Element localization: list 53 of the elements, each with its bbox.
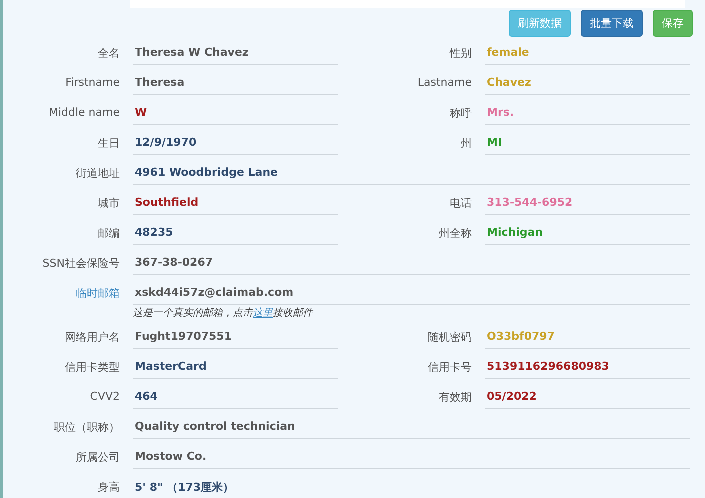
field-value: Mostow Co. — [133, 444, 690, 469]
field-label: 街道地址 — [75, 166, 121, 182]
field-value: Michigan — [485, 220, 690, 245]
field-label: 职位（职称） — [53, 420, 121, 436]
field-value: 464 — [133, 384, 338, 409]
field-value: Chavez — [485, 70, 690, 95]
field-label[interactable]: 临时邮箱 — [3, 280, 133, 310]
field-value: Fught19707551 — [133, 324, 338, 349]
field-label: Lastname — [416, 75, 473, 91]
email-hint: 这是一个真实的邮箱，点击这里接收邮件 — [133, 306, 314, 320]
field-value: 05/2022 — [485, 384, 690, 409]
field-label: 城市 — [97, 196, 121, 212]
field-label: 随机密码 — [427, 330, 473, 346]
field-label: 全名 — [97, 46, 121, 62]
field-value: 313-544-6952 — [485, 190, 690, 215]
action-button[interactable]: 刷新数据 — [509, 10, 571, 36]
field-value: O33bf0797 — [485, 324, 690, 349]
field-label: Firstname — [64, 75, 121, 91]
field-value: Southfield — [133, 190, 338, 215]
field-value: Theresa W Chavez — [133, 40, 338, 65]
field-value: female — [485, 40, 690, 65]
field-value: 4961 Woodbridge Lane — [133, 160, 690, 185]
field-value: 48235 — [133, 220, 338, 245]
action-button[interactable]: 保存 — [653, 10, 693, 36]
field-label: 州 — [460, 136, 473, 152]
field-label: 电话 — [449, 196, 473, 212]
field-value: Theresa — [133, 70, 338, 95]
field-value: 5139116296680983 — [485, 354, 690, 379]
field-label: 州全称 — [438, 226, 473, 242]
field-label: CVV2 — [89, 389, 121, 405]
here-link[interactable]: 这里 — [253, 308, 273, 319]
field-value: 5' 8" （173厘米） — [133, 474, 690, 498]
field-value: 12/9/1970 — [133, 130, 338, 155]
field-label: 信用卡号 — [427, 360, 473, 376]
field-label: 邮编 — [97, 226, 121, 242]
field-label: SSN社会保险号 — [42, 256, 121, 272]
field-label: 信用卡类型 — [64, 360, 121, 376]
field-value: Quality control technician — [133, 414, 690, 439]
field-label: 所属公司 — [75, 450, 121, 466]
action-button[interactable]: 批量下载 — [581, 10, 643, 36]
field-label: 性别 — [448, 46, 473, 62]
field-label: 称呼 — [449, 106, 473, 122]
field-value: MasterCard — [133, 354, 338, 379]
field-label: 生日 — [97, 136, 121, 152]
field-label: 身高 — [97, 480, 121, 496]
field-value: W — [133, 100, 338, 125]
field-value: MI — [485, 130, 690, 155]
field-value: Mrs. — [485, 100, 690, 125]
field-value: 367-38-0267 — [133, 250, 690, 275]
field-label: Middle name — [48, 105, 121, 121]
field-value: xskd44i57z@claimab.com — [133, 280, 690, 305]
field-label: 有效期 — [438, 390, 473, 406]
field-label: 网络用户名 — [64, 330, 121, 346]
